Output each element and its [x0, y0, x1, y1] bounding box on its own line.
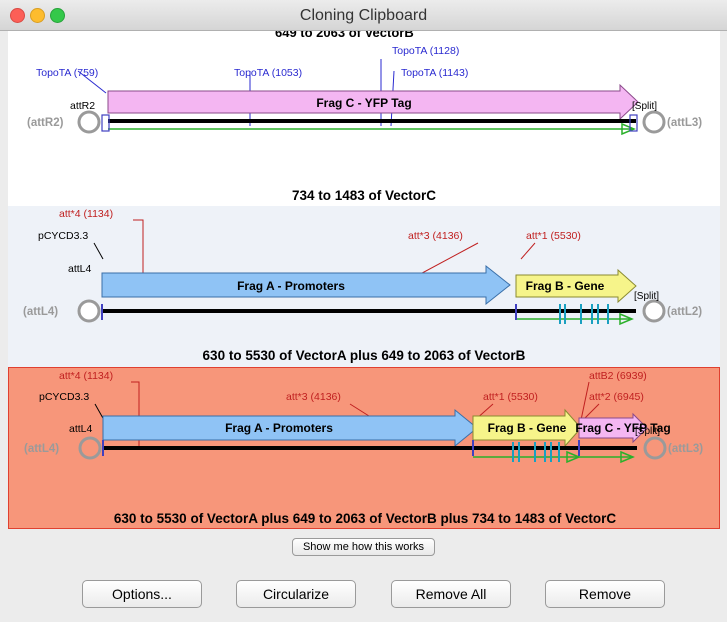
- end-left-label: (attR2): [27, 117, 64, 129]
- right-end-circle[interactable]: [642, 299, 666, 323]
- backbone-line: [108, 119, 636, 123]
- fragment-label: Frag B - Gene: [526, 279, 605, 293]
- entry-label: 734 to 1483 of VectorC: [291, 188, 437, 203]
- show-me-how-button[interactable]: Show me how this works: [291, 538, 436, 556]
- end-right-label: (attL2): [667, 306, 702, 318]
- fragment-label: Frag A - Promoters: [225, 421, 333, 435]
- fragment-label: Frag C - YFP Tag: [316, 96, 411, 110]
- site-label: TopoTA (759): [36, 67, 98, 79]
- fragment-label: Frag A - Promoters: [237, 279, 345, 293]
- entry-label: 630 to 5530 of VectorA plus 649 to 2063 …: [113, 511, 617, 526]
- site-label: att*2 (6945): [589, 391, 644, 403]
- remove-button[interactable]: Remove: [545, 580, 665, 608]
- entry-label: 630 to 5530 of VectorA plus 649 to 2063 …: [202, 348, 526, 363]
- left-end-circle[interactable]: [77, 110, 101, 134]
- fragment-label: Frag B - Gene: [488, 421, 567, 435]
- site-label: att*4 (1134): [59, 370, 113, 382]
- split-label: [Split]: [632, 101, 657, 112]
- site-label: TopoTA (1053): [234, 67, 302, 79]
- construct-map-3: att*4 (1134) pCYCD3.3 att*3 (4136) att*1…: [24, 370, 703, 464]
- split-label: [Split]: [634, 291, 659, 302]
- end-marker: [101, 114, 110, 132]
- site-label: pCYCD3.3: [38, 230, 88, 242]
- site-line: [580, 381, 590, 421]
- site-line: [93, 242, 104, 260]
- construct-map-1: 649 to 2063 of VectorB TopoTA (759) Topo…: [27, 31, 702, 136]
- clipboard-list[interactable]: 649 to 2063 of VectorB TopoTA (759) Topo…: [8, 31, 720, 530]
- split-label: [Split]: [635, 426, 660, 437]
- cloning-clipboard-window: Cloning Clipboard 649 to 2063 of VectorB…: [0, 0, 727, 622]
- site-line: [520, 242, 536, 260]
- end-left-label: (attL4): [24, 443, 59, 455]
- title-bar: Cloning Clipboard: [0, 0, 727, 31]
- site-label: att*4 (1134): [59, 208, 113, 220]
- backbone-line: [103, 446, 637, 450]
- site-label: att*1 (5530): [526, 230, 581, 242]
- att-left-label: attR2: [70, 100, 95, 112]
- end-right-label: (attL3): [667, 117, 702, 129]
- site-line: [349, 403, 370, 417]
- att-left-label: attL4: [69, 423, 93, 435]
- left-end-circle[interactable]: [77, 299, 101, 323]
- site-label: attB2 (6939): [589, 370, 647, 382]
- end-right-label: (attL3): [668, 443, 703, 455]
- clipboard-entry-2[interactable]: att*4 (1134) pCYCD3.3 att*3 (4136) att*1…: [8, 206, 720, 367]
- clipboard-entry-3[interactable]: att*4 (1134) pCYCD3.3 att*3 (4136) att*1…: [8, 367, 720, 529]
- window-title: Cloning Clipboard: [299, 7, 428, 24]
- site-label: att*1 (5530): [483, 391, 538, 403]
- circularize-button[interactable]: Circularize: [236, 580, 356, 608]
- site-label: TopoTA (1143): [401, 67, 468, 79]
- remove-all-button[interactable]: Remove All: [391, 580, 511, 608]
- site-label: TopoTA (1128): [392, 45, 459, 57]
- clipboard-entry-1[interactable]: 649 to 2063 of VectorB TopoTA (759) Topo…: [8, 31, 720, 206]
- left-end-circle[interactable]: [78, 436, 102, 460]
- cut-off-label: 649 to 2063 of VectorB: [275, 31, 414, 40]
- end-left-label: (attL4): [23, 306, 58, 318]
- help-bar: Show me how this works: [0, 537, 727, 556]
- site-label: att*3 (4136): [286, 391, 341, 403]
- att-left-label: attL4: [68, 263, 92, 275]
- options-button[interactable]: Options...: [82, 580, 202, 608]
- backbone-line: [102, 309, 636, 313]
- construct-map-2: att*4 (1134) pCYCD3.3 att*3 (4136) att*1…: [23, 208, 702, 326]
- right-end-circle[interactable]: [642, 110, 666, 134]
- site-label: pCYCD3.3: [39, 391, 89, 403]
- right-end-circle[interactable]: [643, 436, 667, 460]
- site-label: att*3 (4136): [408, 230, 463, 242]
